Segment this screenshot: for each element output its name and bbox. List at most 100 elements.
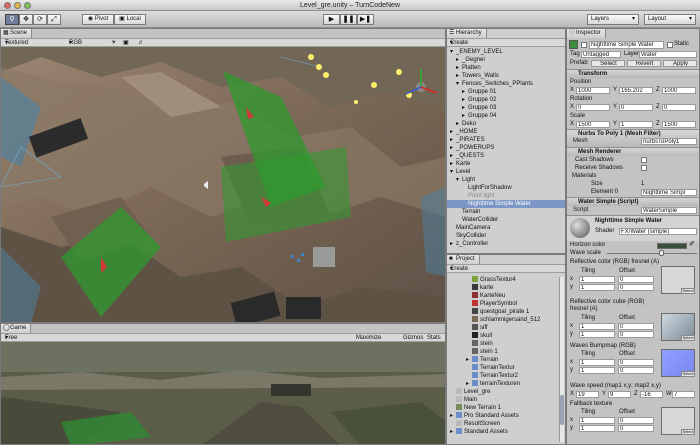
hierarchy-item[interactable]: WaterCollider <box>447 216 565 224</box>
project-item[interactable]: stein 1 <box>447 348 558 356</box>
project-item[interactable]: New Terrain 1 <box>447 404 558 412</box>
project-item[interactable]: karte <box>447 284 558 292</box>
prefab-revert-button[interactable]: Revert <box>627 60 661 67</box>
pause-button[interactable]: ❚❚ <box>340 14 357 25</box>
scene-viewport[interactable] <box>1 47 446 323</box>
tiling-y-field[interactable]: 1 <box>579 425 615 432</box>
tab-game[interactable]: ◯ Game <box>1 324 32 333</box>
hierarchy-item[interactable]: ▸ _POWERUPS <box>447 144 565 152</box>
materials-label[interactable]: Materials <box>572 172 596 180</box>
aspect-dropdown[interactable]: Free Aspect ▾ <box>5 334 23 349</box>
render-mode-dropdown[interactable]: Textured ▾ <box>5 39 28 47</box>
offset-y-field[interactable]: 0 <box>618 425 654 432</box>
hierarchy-item[interactable]: ▸ _PIRATES <box>447 136 565 144</box>
materials-size-value[interactable]: 1 <box>641 180 644 188</box>
prefab-select-button[interactable]: Select <box>591 60 625 67</box>
z-value-field[interactable]: 0 <box>662 104 696 111</box>
x-value-field[interactable]: 0 <box>576 104 610 111</box>
texture-select-button[interactable]: Select <box>681 371 695 377</box>
hierarchy-item[interactable]: Nighttime Simple Water <box>447 200 565 208</box>
hierarchy-item[interactable]: ▾ Level <box>447 168 565 176</box>
project-item[interactable]: GrassTextur4 <box>447 276 558 284</box>
cast-shadows-checkbox[interactable] <box>641 157 647 163</box>
hierarchy-item[interactable]: ▸ Gruppe 04 <box>447 112 565 120</box>
offset-y-field[interactable]: 0 <box>618 331 654 338</box>
play-button[interactable]: ▶ <box>323 14 340 25</box>
step-button[interactable]: ▶❚ <box>357 14 374 25</box>
close-window-button[interactable] <box>4 2 11 9</box>
x-value-field[interactable]: 1500 <box>576 121 610 128</box>
project-scrollbar-thumb[interactable] <box>560 395 564 425</box>
y-value-field[interactable]: 0 <box>619 104 653 111</box>
texture-select-button[interactable]: Select <box>681 288 695 294</box>
hierarchy-item[interactable]: ▸ _HOME <box>447 128 565 136</box>
tag-dropdown[interactable]: Untagged <box>581 51 621 58</box>
z-value-field[interactable]: 1000 <box>662 87 696 94</box>
zoom-window-button[interactable] <box>24 2 31 9</box>
layer-dropdown[interactable]: Water <box>639 51 697 58</box>
project-item[interactable]: ▸ terrainTexturen <box>447 380 558 388</box>
water-simple-header[interactable]: Water Simple (Script) <box>567 197 699 206</box>
project-create-dropdown[interactable]: Create ▾ <box>450 265 468 273</box>
hierarchy-item[interactable]: Terrain <box>447 208 565 216</box>
tiling-y-field[interactable]: 1 <box>579 331 615 338</box>
project-item[interactable]: schlammigersand_512 <box>447 316 558 324</box>
offset-y-field[interactable]: 0 <box>618 367 654 374</box>
tiling-y-field[interactable]: 1 <box>579 367 615 374</box>
tiling-y-field[interactable]: 1 <box>579 284 615 291</box>
project-item[interactable]: PlayerSymbol <box>447 300 558 308</box>
mesh-field[interactable]: nurbsToPoly1 <box>641 138 697 145</box>
project-item[interactable]: KarteNeu <box>447 292 558 300</box>
image-toggle-icon[interactable]: ▣ <box>123 39 129 47</box>
local-toggle[interactable]: ▣ Local <box>114 14 146 25</box>
project-item[interactable]: skull <box>447 332 558 340</box>
texture-select-button[interactable]: Select <box>681 429 695 435</box>
transform-header[interactable]: Transform <box>567 69 699 78</box>
tiling-x-field[interactable]: 1 <box>579 359 615 366</box>
hierarchy-item[interactable]: ▾ _ENEMY_LEVEL <box>447 48 565 56</box>
script-field[interactable]: WaterSimple <box>641 207 697 214</box>
wave-speed-y-field[interactable]: 9 <box>608 391 631 398</box>
hierarchy-item[interactable]: ▸ Gruppe 02 <box>447 96 565 104</box>
layout-dropdown[interactable]: Layout ▾ <box>644 14 696 25</box>
hand-tool-button[interactable]: ⚲ <box>5 14 19 25</box>
eyedropper-icon[interactable]: ✐ <box>689 241 695 249</box>
minimize-window-button[interactable] <box>14 2 21 9</box>
wave-scale-slider[interactable] <box>607 253 697 254</box>
z-value-field[interactable]: 1500 <box>662 121 696 128</box>
receive-shadows-checkbox[interactable] <box>641 165 647 171</box>
hierarchy-item[interactable]: ▸ Platten <box>447 64 565 72</box>
tiling-x-field[interactable]: 1 <box>579 276 615 283</box>
static-checkbox[interactable] <box>667 42 673 48</box>
tiling-x-field[interactable]: 1 <box>579 417 615 424</box>
lighting-toggle-icon[interactable]: ☀ <box>111 39 116 47</box>
project-item[interactable]: TerrainTextur <box>447 364 558 372</box>
wave-scale-slider-thumb[interactable] <box>659 250 664 256</box>
hierarchy-create-dropdown[interactable]: Create ▾ <box>450 39 468 47</box>
offset-x-field[interactable]: 0 <box>618 323 654 330</box>
horizon-color-swatch[interactable] <box>657 243 687 249</box>
object-name-field[interactable]: Nighttime Simple Water <box>589 41 664 49</box>
rotate-tool-button[interactable]: ⟳ <box>33 14 47 25</box>
project-item[interactable]: ▸ Terrain <box>447 356 558 364</box>
wave-speed-w-field[interactable]: 7 <box>672 391 695 398</box>
color-mode-dropdown[interactable]: RGB ▾ <box>69 39 82 47</box>
pivot-toggle[interactable]: ◉ Pivot <box>82 14 114 25</box>
hierarchy-item[interactable]: ▸ Deko <box>447 120 565 128</box>
project-item[interactable]: TerrainTextur2 <box>447 372 558 380</box>
tiling-x-field[interactable]: 1 <box>579 323 615 330</box>
active-checkbox[interactable] <box>581 42 587 48</box>
hierarchy-item[interactable]: ▸ Gruppe 01 <box>447 88 565 96</box>
hierarchy-item[interactable]: ▸ _QUESTS <box>447 152 565 160</box>
layers-dropdown[interactable]: Layers ▾ <box>587 14 639 25</box>
y-value-field[interactable]: 1 <box>619 121 653 128</box>
prefab-apply-button[interactable]: Apply <box>663 60 697 67</box>
hierarchy-item[interactable]: LightForShadow <box>447 184 565 192</box>
hierarchy-item[interactable]: ▸ Towers_Walls <box>447 72 565 80</box>
texture-select-button[interactable]: Select <box>681 335 695 341</box>
game-viewport[interactable] <box>1 342 446 445</box>
tab-project[interactable]: ■ Project <box>447 255 480 264</box>
scale-tool-button[interactable]: ⤢ <box>47 14 61 25</box>
hierarchy-item[interactable]: ▸ Karte <box>447 160 565 168</box>
project-item[interactable]: ResultScreen <box>447 420 558 428</box>
